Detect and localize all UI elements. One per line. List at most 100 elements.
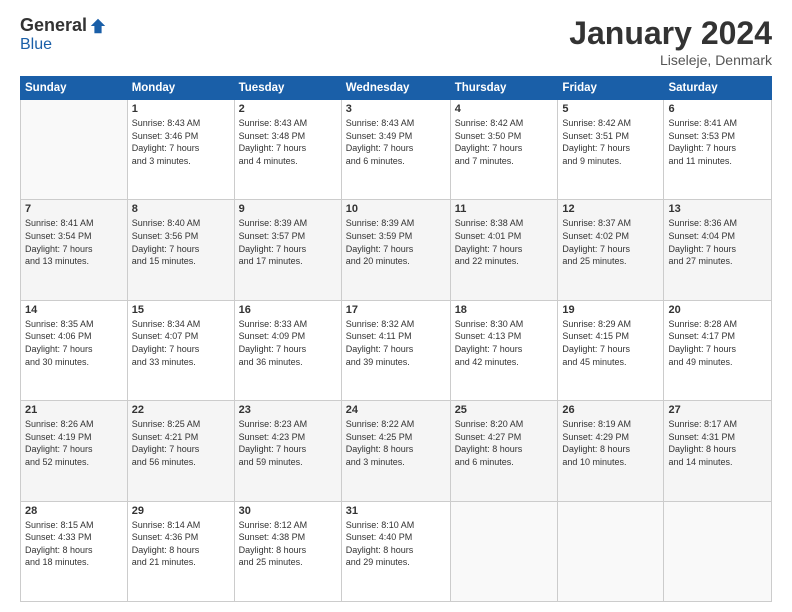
- day-info: Sunrise: 8:30 AMSunset: 4:13 PMDaylight:…: [455, 318, 554, 368]
- sunrise-text: Sunrise: 8:30 AM: [455, 318, 554, 331]
- day-info: Sunrise: 8:42 AMSunset: 3:50 PMDaylight:…: [455, 117, 554, 167]
- logo-icon: [89, 17, 107, 35]
- calendar-cell: 6Sunrise: 8:41 AMSunset: 3:53 PMDaylight…: [664, 100, 772, 200]
- sunrise-text: Sunrise: 8:19 AM: [562, 418, 659, 431]
- day-info: Sunrise: 8:19 AMSunset: 4:29 PMDaylight:…: [562, 418, 659, 468]
- daylight-text: Daylight: 8 hours: [346, 443, 446, 456]
- calendar-cell: 19Sunrise: 8:29 AMSunset: 4:15 PMDayligh…: [558, 300, 664, 400]
- sunset-text: Sunset: 4:01 PM: [455, 230, 554, 243]
- daylight-text: Daylight: 7 hours: [346, 142, 446, 155]
- sunrise-text: Sunrise: 8:14 AM: [132, 519, 230, 532]
- calendar-cell: 23 Sunrise: 8:23 AMSunset: 4:23 PMDayligh…: [234, 401, 341, 501]
- sunrise-text: Sunrise: 8:15 AM: [25, 519, 123, 532]
- daylight-text: and 3 minutes.: [132, 155, 230, 168]
- day-number: 22: [132, 404, 230, 416]
- sunrise-text: Sunrise: 8:42 AM: [562, 117, 659, 130]
- day-info: Sunrise: 8:12 AMSunset: 4:38 PMDaylight:…: [239, 519, 337, 569]
- daylight-text: and 27 minutes.: [668, 255, 767, 268]
- daylight-text: and 20 minutes.: [346, 255, 446, 268]
- day-info: Sunrise: 8:41 AMSunset: 3:54 PMDaylight:…: [25, 217, 123, 267]
- daylight-text: and 6 minutes.: [346, 155, 446, 168]
- day-number: 17: [346, 304, 446, 316]
- daylight-text: Daylight: 7 hours: [132, 243, 230, 256]
- daylight-text: and 18 minutes.: [25, 556, 123, 569]
- sunset-text: Sunset: 4:27 PM: [455, 431, 554, 444]
- sunrise-text: Sunrise: 8:32 AM: [346, 318, 446, 331]
- day-info: Sunrise: 8:14 AMSunset: 4:36 PMDaylight:…: [132, 519, 230, 569]
- week-row-4: 21Sunrise: 8:26 AMSunset: 4:19 PMDayligh…: [21, 401, 772, 501]
- day-info: Sunrise: 8:17 AMSunset: 4:31 PMDaylight:…: [668, 418, 767, 468]
- day-number: 9: [239, 203, 337, 215]
- sunrise-text: Sunrise: 8:10 AM: [346, 519, 446, 532]
- sunrise-text: Sunrise: 8:40 AM: [132, 217, 230, 230]
- daylight-text: Daylight: 8 hours: [132, 544, 230, 557]
- daylight-text: and 45 minutes.: [562, 356, 659, 369]
- sunrise-text: Sunrise: 8:39 AM: [239, 217, 337, 230]
- sunrise-text: Sunrise: 8:23 AM: [239, 418, 337, 431]
- day-number: 1: [132, 103, 230, 115]
- calendar-cell: 4Sunrise: 8:42 AMSunset: 3:50 PMDaylight…: [450, 100, 558, 200]
- day-number: 10: [346, 203, 446, 215]
- calendar-cell: [21, 100, 128, 200]
- sunset-text: Sunset: 3:49 PM: [346, 130, 446, 143]
- daylight-text: and 59 minutes.: [239, 456, 337, 469]
- sunrise-text: Sunrise: 8:39 AM: [346, 217, 446, 230]
- calendar-cell: 27Sunrise: 8:17 AMSunset: 4:31 PMDayligh…: [664, 401, 772, 501]
- day-info: Sunrise: 8:34 AMSunset: 4:07 PMDaylight:…: [132, 318, 230, 368]
- week-row-2: 7Sunrise: 8:41 AMSunset: 3:54 PMDaylight…: [21, 200, 772, 300]
- calendar-cell: [664, 501, 772, 601]
- day-number: 25: [455, 404, 554, 416]
- calendar-cell: 1Sunrise: 8:43 AMSunset: 3:46 PMDaylight…: [127, 100, 234, 200]
- sunrise-text: Sunrise: 8:43 AM: [132, 117, 230, 130]
- calendar-cell: 11Sunrise: 8:38 AMSunset: 4:01 PMDayligh…: [450, 200, 558, 300]
- day-info: Sunrise: 8:39 AMSunset: 3:57 PMDaylight:…: [239, 217, 337, 267]
- day-number: 14: [25, 304, 123, 316]
- day-info: Sunrise: 8:32 AMSunset: 4:11 PMDaylight:…: [346, 318, 446, 368]
- calendar-cell: 28Sunrise: 8:15 AMSunset: 4:33 PMDayligh…: [21, 501, 128, 601]
- daylight-text: and 11 minutes.: [668, 155, 767, 168]
- sunset-text: Sunset: 3:56 PM: [132, 230, 230, 243]
- day-number: 13: [668, 203, 767, 215]
- sunset-text: Sunset: 4:23 PM: [239, 431, 337, 444]
- calendar-cell: 24Sunrise: 8:22 AMSunset: 4:25 PMDayligh…: [341, 401, 450, 501]
- logo: General Blue: [20, 15, 107, 54]
- sunrise-text: Sunrise: 8:29 AM: [562, 318, 659, 331]
- daylight-text: Daylight: 7 hours: [25, 243, 123, 256]
- daylight-text: Daylight: 8 hours: [562, 443, 659, 456]
- day-info: Sunrise: 8:39 AMSunset: 3:59 PMDaylight:…: [346, 217, 446, 267]
- week-row-5: 28Sunrise: 8:15 AMSunset: 4:33 PMDayligh…: [21, 501, 772, 601]
- calendar-cell: 5Sunrise: 8:42 AMSunset: 3:51 PMDaylight…: [558, 100, 664, 200]
- daylight-text: and 7 minutes.: [455, 155, 554, 168]
- col-header-sunday: Sunday: [21, 77, 128, 100]
- calendar-cell: 22 Sunrise: 8:25 AMSunset: 4:21 PMDayligh…: [127, 401, 234, 501]
- calendar-cell: 13 Sunrise: 8:36 AMSunset: 4:04 PMDayligh…: [664, 200, 772, 300]
- day-info: Sunrise: 8:41 AMSunset: 3:53 PMDaylight:…: [668, 117, 767, 167]
- day-info: Sunrise: 8:42 AMSunset: 3:51 PMDaylight:…: [562, 117, 659, 167]
- daylight-text: Daylight: 7 hours: [239, 443, 337, 456]
- calendar-cell: 26Sunrise: 8:19 AMSunset: 4:29 PMDayligh…: [558, 401, 664, 501]
- day-info: Sunrise: 8:25 AMSunset: 4:21 PMDaylight:…: [132, 418, 230, 468]
- sunrise-text: Sunrise: 8:41 AM: [25, 217, 123, 230]
- daylight-text: Daylight: 7 hours: [346, 243, 446, 256]
- sunset-text: Sunset: 4:07 PM: [132, 330, 230, 343]
- day-info: Sunrise: 8:36 AMSunset: 4:04 PMDaylight:…: [668, 217, 767, 267]
- day-number: 18: [455, 304, 554, 316]
- daylight-text: Daylight: 7 hours: [668, 343, 767, 356]
- daylight-text: and 25 minutes.: [239, 556, 337, 569]
- daylight-text: and 4 minutes.: [239, 155, 337, 168]
- day-info: Sunrise: 8:15 AMSunset: 4:33 PMDaylight:…: [25, 519, 123, 569]
- day-number: 15: [132, 304, 230, 316]
- sunset-text: Sunset: 3:46 PM: [132, 130, 230, 143]
- col-header-thursday: Thursday: [450, 77, 558, 100]
- day-number: 23: [239, 404, 337, 416]
- calendar-cell: 30Sunrise: 8:12 AMSunset: 4:38 PMDayligh…: [234, 501, 341, 601]
- sunrise-text: Sunrise: 8:37 AM: [562, 217, 659, 230]
- logo-blue-text: Blue: [20, 36, 52, 54]
- calendar-cell: 20Sunrise: 8:28 AMSunset: 4:17 PMDayligh…: [664, 300, 772, 400]
- day-number: 3: [346, 103, 446, 115]
- col-header-saturday: Saturday: [664, 77, 772, 100]
- sunset-text: Sunset: 4:09 PM: [239, 330, 337, 343]
- daylight-text: Daylight: 7 hours: [25, 443, 123, 456]
- sunset-text: Sunset: 4:13 PM: [455, 330, 554, 343]
- sunset-text: Sunset: 4:40 PM: [346, 531, 446, 544]
